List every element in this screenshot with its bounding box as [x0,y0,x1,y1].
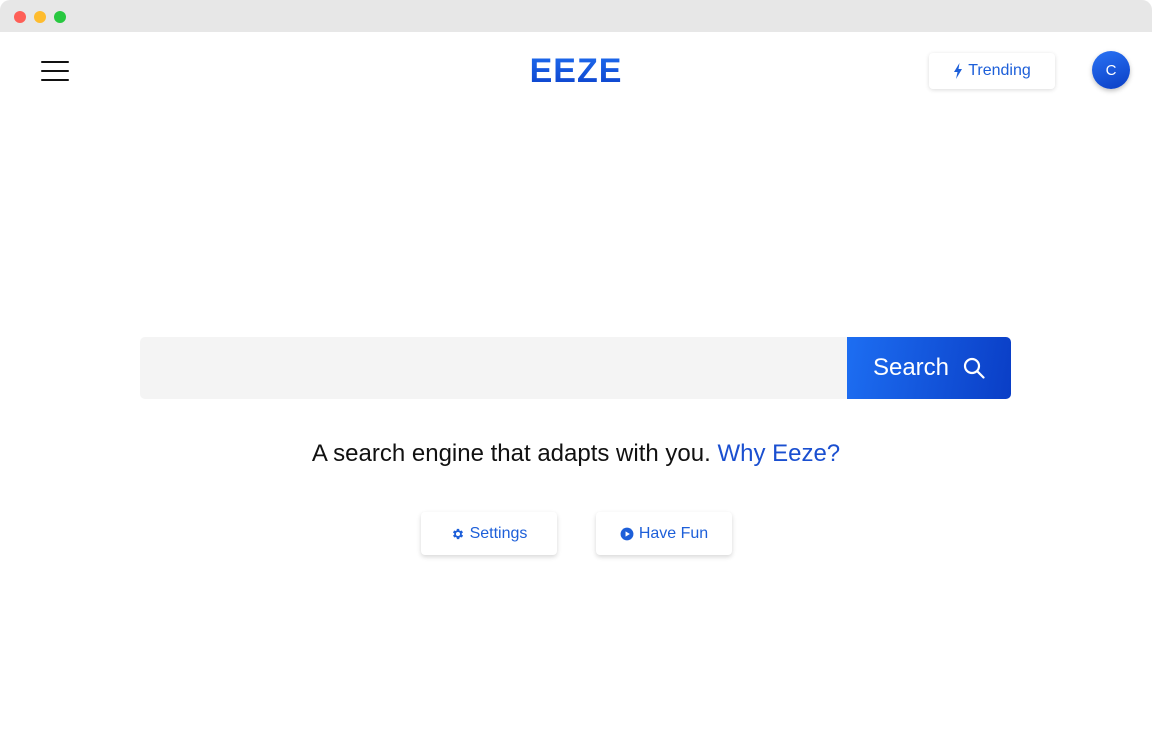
settings-button[interactable]: Settings [421,512,557,555]
window-titlebar [0,0,1152,32]
settings-label: Settings [469,524,528,542]
tagline: A search engine that adapts with you. Wh… [0,440,1152,468]
search-icon [963,357,985,379]
why-eeze-link[interactable]: Why Eeze? [717,440,840,467]
browser-window: EEZE Trending C Search A search engine t… [0,0,1152,732]
minimize-window-button[interactable] [34,11,46,23]
maximize-window-button[interactable] [54,11,66,23]
gear-icon [452,528,463,539]
tagline-text: A search engine that adapts with you. [311,440,711,467]
trending-label: Trending [968,62,1031,79]
have-fun-button[interactable]: Have Fun [596,512,732,555]
play-circle-icon [620,527,634,540]
search-button[interactable]: Search [847,337,1011,399]
search-button-label: Search [872,354,950,381]
lightning-bolt-icon [954,63,963,79]
search-input[interactable] [140,337,848,399]
trending-button[interactable]: Trending [929,53,1055,89]
user-avatar[interactable]: C [1092,51,1130,89]
close-window-button[interactable] [14,11,26,23]
have-fun-label: Have Fun [638,524,709,542]
